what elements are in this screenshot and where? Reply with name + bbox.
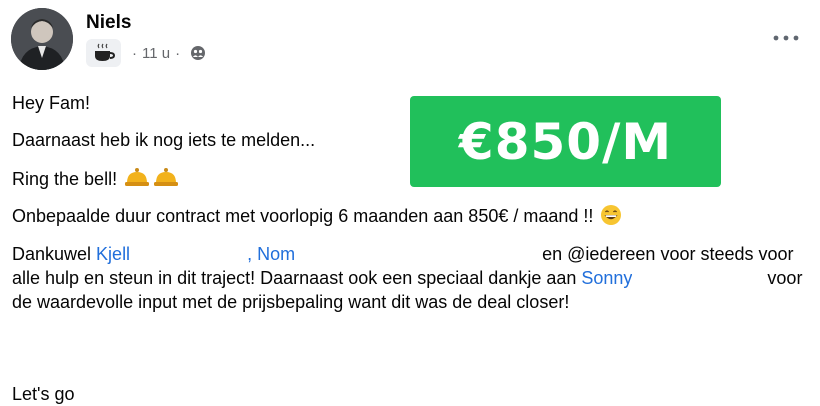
paragraph-text: Dankuwel (12, 244, 97, 264)
thanks-paragraph: Dankuwel Kjell , Nom en @iedereen voor s… (12, 242, 807, 314)
price-banner-text: €850/M (458, 112, 673, 171)
mention-link[interactable]: Sonny (581, 268, 632, 288)
redacted-block (295, 246, 538, 265)
post-line: Let's go (12, 384, 75, 404)
author-name[interactable]: Niels (86, 12, 131, 34)
mention-link[interactable]: Kjell (96, 244, 130, 264)
coffee-cup-icon (86, 39, 121, 67)
author-avatar[interactable] (11, 8, 73, 70)
post-line: Daarnaast heb ik nog iets te melden... (12, 130, 316, 150)
redacted-block (130, 246, 243, 265)
meta-separator: · (132, 44, 137, 62)
mention-link[interactable]: Nom (257, 244, 295, 264)
post-line: Onbepaalde duur contract met voorlopig 6… (12, 204, 622, 232)
facebook-post: Niels · 11 u · Hey Fam! Daarnaast heb ik… (0, 0, 820, 404)
post-timestamp[interactable]: 11 u (142, 45, 170, 62)
more-options-button[interactable] (770, 26, 802, 50)
redacted-block (632, 270, 763, 289)
post-line: Ring the bell! (12, 166, 180, 194)
post-line-text: Ring the bell! (12, 169, 118, 189)
meta-separator: · (175, 44, 181, 62)
friends-icon[interactable] (190, 45, 206, 61)
mention-separator: , (242, 244, 258, 264)
bell-icon (124, 166, 180, 194)
price-banner: €850/M (410, 96, 721, 187)
post-line: Hey Fam! (12, 93, 91, 113)
post-meta: · 11 u · (86, 38, 206, 68)
more-horizontal-icon (773, 35, 799, 41)
post-line-text: Onbepaalde duur contract met voorlopig 6… (12, 206, 594, 226)
grinning-face-icon (600, 204, 622, 232)
